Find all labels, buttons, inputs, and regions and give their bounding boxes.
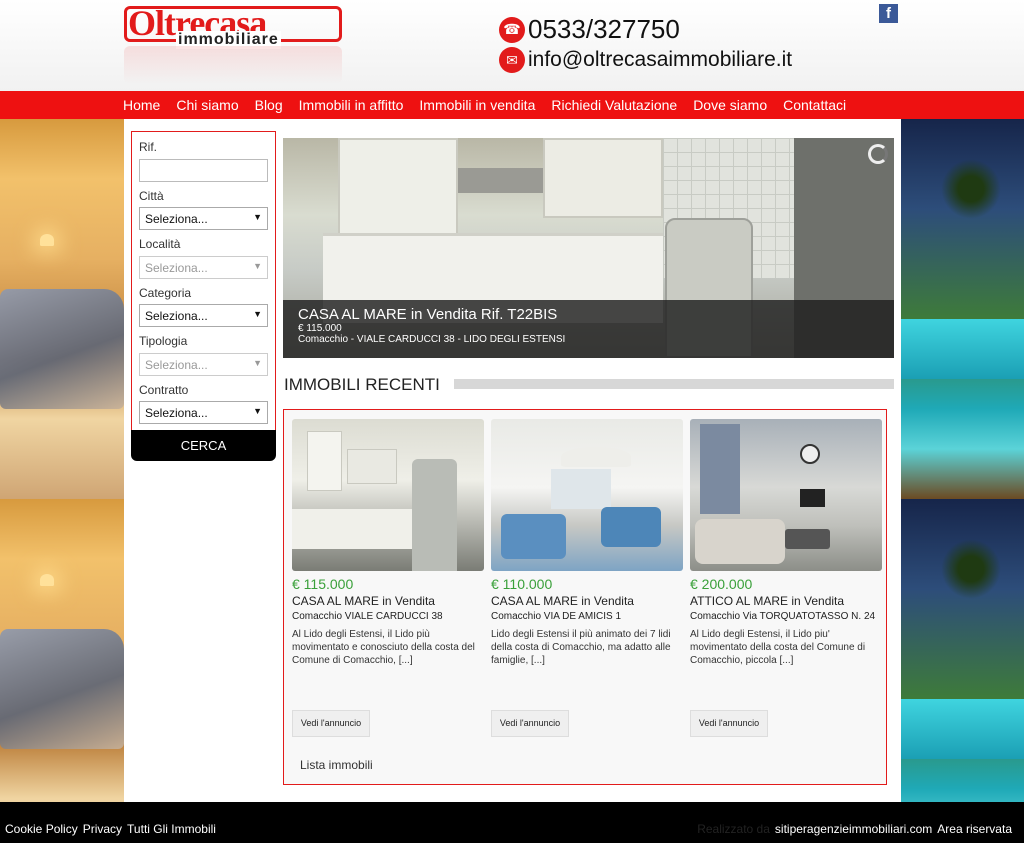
listing-card[interactable]: € 110.000 CASA AL MARE in Vendita Comacc… (491, 419, 683, 737)
phone-contact[interactable]: ☎ 0533/327750 (499, 14, 680, 45)
listing-location: Comacchio VIA DE AMICIS 1 (491, 611, 622, 622)
listing-description: Al Lido degli Estensi, il Lido più movim… (292, 629, 475, 666)
chevron-down-icon: ▼ (253, 261, 262, 271)
tipologia-select-value: Seleziona... (145, 358, 208, 372)
localita-select-value: Seleziona... (145, 261, 208, 275)
chevron-down-icon: ▼ (253, 309, 262, 319)
hero-location: Comacchio - VIALE CARDUCCI 38 - LIDO DEG… (298, 334, 566, 345)
logo-reflection (124, 46, 342, 84)
localita-select[interactable]: Seleziona... ▼ (139, 256, 268, 279)
hero-title: CASA AL MARE in Vendita Rif. T22BIS (298, 306, 558, 323)
contratto-select-value: Seleziona... (145, 406, 208, 420)
hero-slider[interactable]: CASA AL MARE in Vendita Rif. T22BIS € 11… (283, 138, 894, 358)
recent-listings: € 115.000 CASA AL MARE in Vendita Comacc… (283, 409, 887, 785)
chevron-down-icon: ▼ (253, 212, 262, 222)
lamp-decoration (40, 234, 54, 246)
view-listing-button[interactable]: Vedi l'annuncio (690, 710, 768, 737)
view-listing-button[interactable]: Vedi l'annuncio (292, 710, 370, 737)
listing-photo[interactable] (491, 419, 683, 571)
chevron-down-icon: ▼ (253, 406, 262, 416)
listing-location: Comacchio Via TORQUATOTASSO N. 24 (690, 611, 876, 622)
footer-credit-site[interactable]: sitiperagenzieimmobiliari.com (775, 822, 932, 836)
search-button[interactable]: CERCA (131, 430, 276, 461)
listing-price: € 200.000 (690, 576, 753, 592)
listing-title[interactable]: ATTICO AL MARE in Vendita (690, 594, 882, 608)
contratto-label: Contratto (139, 383, 189, 397)
email-contact[interactable]: ✉ info@oltrecasaimmobiliare.it (499, 47, 792, 73)
tipologia-label: Tipologia (139, 334, 188, 348)
nav-item-contattaci[interactable]: Contattaci (783, 97, 846, 113)
tipologia-select[interactable]: Seleziona... ▼ (139, 353, 268, 376)
listing-photo[interactable] (690, 419, 882, 571)
listing-location: Comacchio VIALE CARDUCCI 38 (292, 611, 443, 622)
palm-decoration (941, 539, 1001, 599)
footer-links: Cookie Policy Privacy Tutti Gli Immobili (5, 822, 216, 836)
categoria-select[interactable]: Seleziona... ▼ (139, 304, 268, 327)
phone-number: 0533/327750 (528, 14, 680, 44)
footer-link-cookie[interactable]: Cookie Policy (5, 822, 78, 836)
contratto-select[interactable]: Seleziona... ▼ (139, 401, 268, 424)
citta-select-value: Seleziona... (145, 212, 208, 226)
localita-label: Località (139, 237, 181, 251)
footer-credit-text: Realizzato da (697, 822, 770, 836)
hero-price: € 115.000 (298, 323, 342, 334)
search-panel: Rif. Città Seleziona... ▼ Località Selez… (131, 131, 276, 431)
nav-item-chi-siamo[interactable]: Chi siamo (176, 97, 238, 113)
listing-card[interactable]: € 200.000 ATTICO AL MARE in Vendita Coma… (690, 419, 882, 737)
nav-item-blog[interactable]: Blog (255, 97, 283, 113)
background-left-interior (0, 119, 124, 802)
view-listing-button[interactable]: Vedi l'annuncio (491, 710, 569, 737)
pool-decoration (901, 319, 1024, 379)
site-footer: Cookie Policy Privacy Tutti Gli Immobili… (0, 802, 1024, 843)
listing-photo[interactable] (292, 419, 484, 571)
citta-label: Città (139, 189, 164, 203)
hero-image-cabinet (338, 138, 458, 238)
categoria-label: Categoria (139, 286, 192, 300)
site-logo[interactable]: Oltrecasa immobiliare (124, 3, 344, 86)
nav-item-vendita[interactable]: Immobili in vendita (419, 97, 535, 113)
footer-link-immobili[interactable]: Tutti Gli Immobili (127, 822, 216, 836)
loading-spinner-icon (868, 144, 888, 164)
listing-card[interactable]: € 115.000 CASA AL MARE in Vendita Comacc… (292, 419, 484, 737)
rif-input[interactable] (139, 159, 268, 182)
listing-description: Lido degli Estensi il più animato dei 7 … (491, 629, 671, 666)
listing-description: Al Lido degli Estensi, il Lido piu' movi… (690, 629, 866, 666)
pool-decoration (901, 699, 1024, 759)
listing-title[interactable]: CASA AL MARE in Vendita (491, 594, 683, 608)
footer-credits: Realizzato da sitiperagenzieimmobiliari.… (697, 822, 1012, 836)
listing-price: € 110.000 (491, 576, 553, 592)
listing-title[interactable]: CASA AL MARE in Vendita (292, 594, 484, 608)
categoria-select-value: Seleziona... (145, 309, 208, 323)
nav-item-home[interactable]: Home (123, 97, 160, 113)
site-header: Oltrecasa immobiliare ☎ 0533/327750 ✉ in… (0, 0, 1024, 91)
hero-image-hood (458, 168, 543, 193)
hero-caption[interactable]: CASA AL MARE in Vendita Rif. T22BIS € 11… (283, 300, 894, 358)
couch-decoration (0, 629, 124, 749)
nav-item-affitto[interactable]: Immobili in affitto (299, 97, 404, 113)
nav-item-dove-siamo[interactable]: Dove siamo (693, 97, 767, 113)
listings-link[interactable]: Lista immobili (300, 758, 373, 772)
email-address: info@oltrecasaimmobiliare.it (528, 48, 793, 71)
main-content: Rif. Città Seleziona... ▼ Località Selez… (124, 123, 901, 793)
phone-icon: ☎ (499, 16, 525, 43)
hero-image-cabinet (543, 138, 663, 218)
chevron-down-icon: ▼ (253, 358, 262, 368)
footer-link-privacy[interactable]: Privacy (83, 822, 122, 836)
palm-decoration (941, 159, 1001, 219)
background-right-pool (901, 119, 1024, 802)
mail-icon: ✉ (499, 47, 525, 73)
couch-decoration (0, 289, 124, 409)
nav-item-valutazione[interactable]: Richiedi Valutazione (551, 97, 677, 113)
main-nav: Home Chi siamo Blog Immobili in affitto … (0, 91, 1024, 119)
section-title: IMMOBILI RECENTI (284, 375, 440, 394)
citta-select[interactable]: Seleziona... ▼ (139, 207, 268, 230)
section-divider (454, 379, 894, 389)
rif-label: Rif. (139, 140, 157, 154)
facebook-icon[interactable]: f (879, 4, 898, 23)
listing-price: € 115.000 (292, 576, 354, 592)
lamp-decoration (40, 574, 54, 586)
footer-area-riservata[interactable]: Area riservata (937, 822, 1012, 836)
